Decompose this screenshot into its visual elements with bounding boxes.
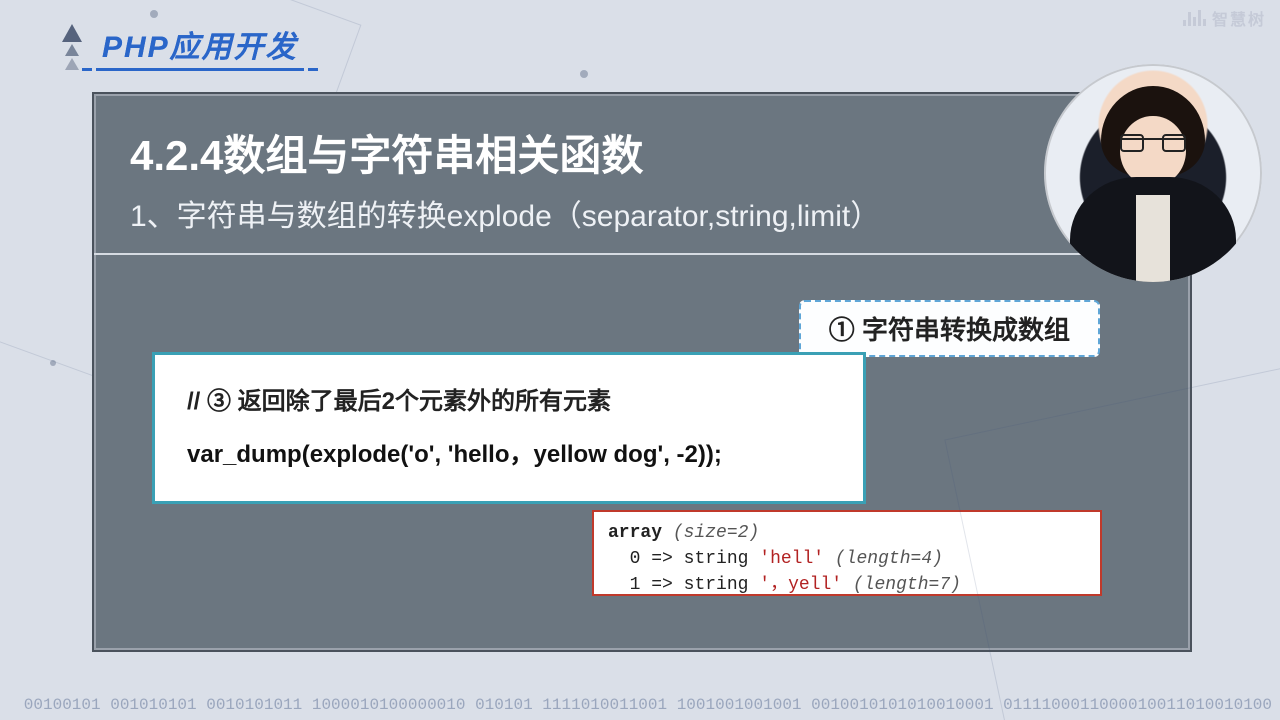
watermark-text: 智慧树: [1212, 6, 1266, 30]
callout-box: ① 字符串转换成数组: [799, 300, 1100, 357]
slide-subtitle: 1、字符串与数组的转换explode（separator,string,limi…: [94, 189, 1190, 249]
out-idx-0: 0: [630, 549, 641, 569]
out-len-1: (length=7): [853, 575, 961, 595]
divider: [94, 253, 1190, 255]
code-comment: // ③ 返回除了最后2个元素外的所有元素: [187, 381, 831, 416]
out-val-0: 'hell': [759, 549, 824, 569]
code-example-box: // ③ 返回除了最后2个元素外的所有元素 var_dump(explode('…: [152, 352, 866, 504]
out-arrow: =>: [651, 575, 673, 595]
decorative-binary: 00100101 001010101 0010101011 1000010100…: [24, 696, 1272, 714]
decorative-arrows: [62, 24, 82, 70]
out-keyword: array: [608, 523, 662, 543]
out-val-1: '，yell': [759, 575, 842, 595]
output-box: array (size=2) 0 => string 'hell' (lengt…: [592, 510, 1102, 596]
out-arrow: =>: [651, 549, 673, 569]
sound-bars-icon: [1183, 10, 1206, 26]
out-type: string: [684, 575, 749, 595]
slide-title: 4.2.4数组与字符串相关函数: [94, 94, 1190, 189]
out-size: (size=2): [673, 523, 759, 543]
out-type: string: [684, 549, 749, 569]
slide: 4.2.4数组与字符串相关函数 1、字符串与数组的转换explode（separ…: [92, 92, 1192, 652]
header: PHP应用开发: [62, 22, 304, 71]
watermark: 智慧树: [1183, 6, 1266, 30]
out-len-0: (length=4): [835, 549, 943, 569]
course-title: PHP应用开发: [96, 22, 304, 71]
presenter-video-bubble: [1044, 64, 1262, 282]
code-line: var_dump(explode('o', 'hello，yellow dog'…: [187, 434, 831, 469]
out-idx-1: 1: [630, 575, 641, 595]
